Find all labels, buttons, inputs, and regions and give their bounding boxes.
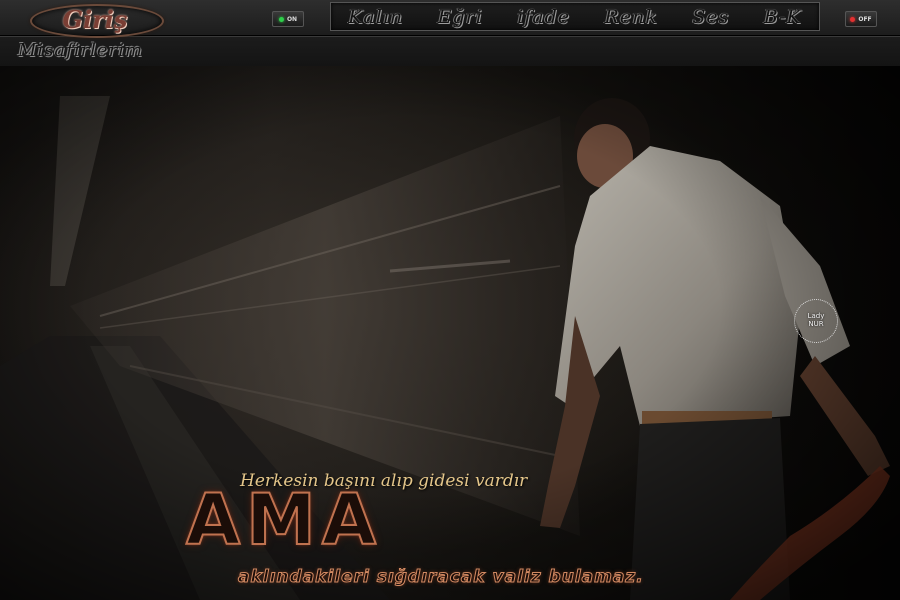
- top-bar: Giriş Misafirlerim ON Kalın Eğri ifade R…: [0, 0, 900, 67]
- toggle-off-label: OFF: [858, 15, 872, 23]
- toggle-on-label: ON: [286, 15, 298, 23]
- toolbar-bk-button[interactable]: B-K: [764, 6, 802, 28]
- toolbar-sound-button[interactable]: Ses: [692, 6, 729, 28]
- toggle-off-button[interactable]: OFF: [845, 11, 877, 27]
- stamp-line-2: NUR: [808, 320, 824, 328]
- text-toolbar: Kalın Eğri ifade Renk Ses B-K: [330, 2, 820, 31]
- toolbar-italic-button[interactable]: Eğri: [438, 6, 483, 28]
- guests-link[interactable]: Misafirlerim: [18, 40, 143, 61]
- divider: [0, 36, 900, 37]
- watermark-stamp: Lady NUR: [794, 299, 838, 343]
- headline: AMA: [185, 479, 383, 561]
- red-led-icon: [850, 16, 856, 22]
- artwork-panel: Lady NUR Herkesin başını alıp gidesi var…: [0, 66, 900, 600]
- toggle-on-button[interactable]: ON: [272, 11, 304, 27]
- caption-bottom: aklındakileri sığdıracak valiz bulamaz.: [238, 567, 644, 588]
- toolbar-color-button[interactable]: Renk: [605, 6, 658, 28]
- artwork-illustration: [0, 66, 900, 600]
- toolbar-bold-button[interactable]: Kalın: [348, 6, 403, 28]
- toolbar-emoticon-button[interactable]: ifade: [517, 6, 570, 28]
- login-button[interactable]: Giriş: [30, 4, 160, 34]
- green-led-icon: [278, 16, 284, 22]
